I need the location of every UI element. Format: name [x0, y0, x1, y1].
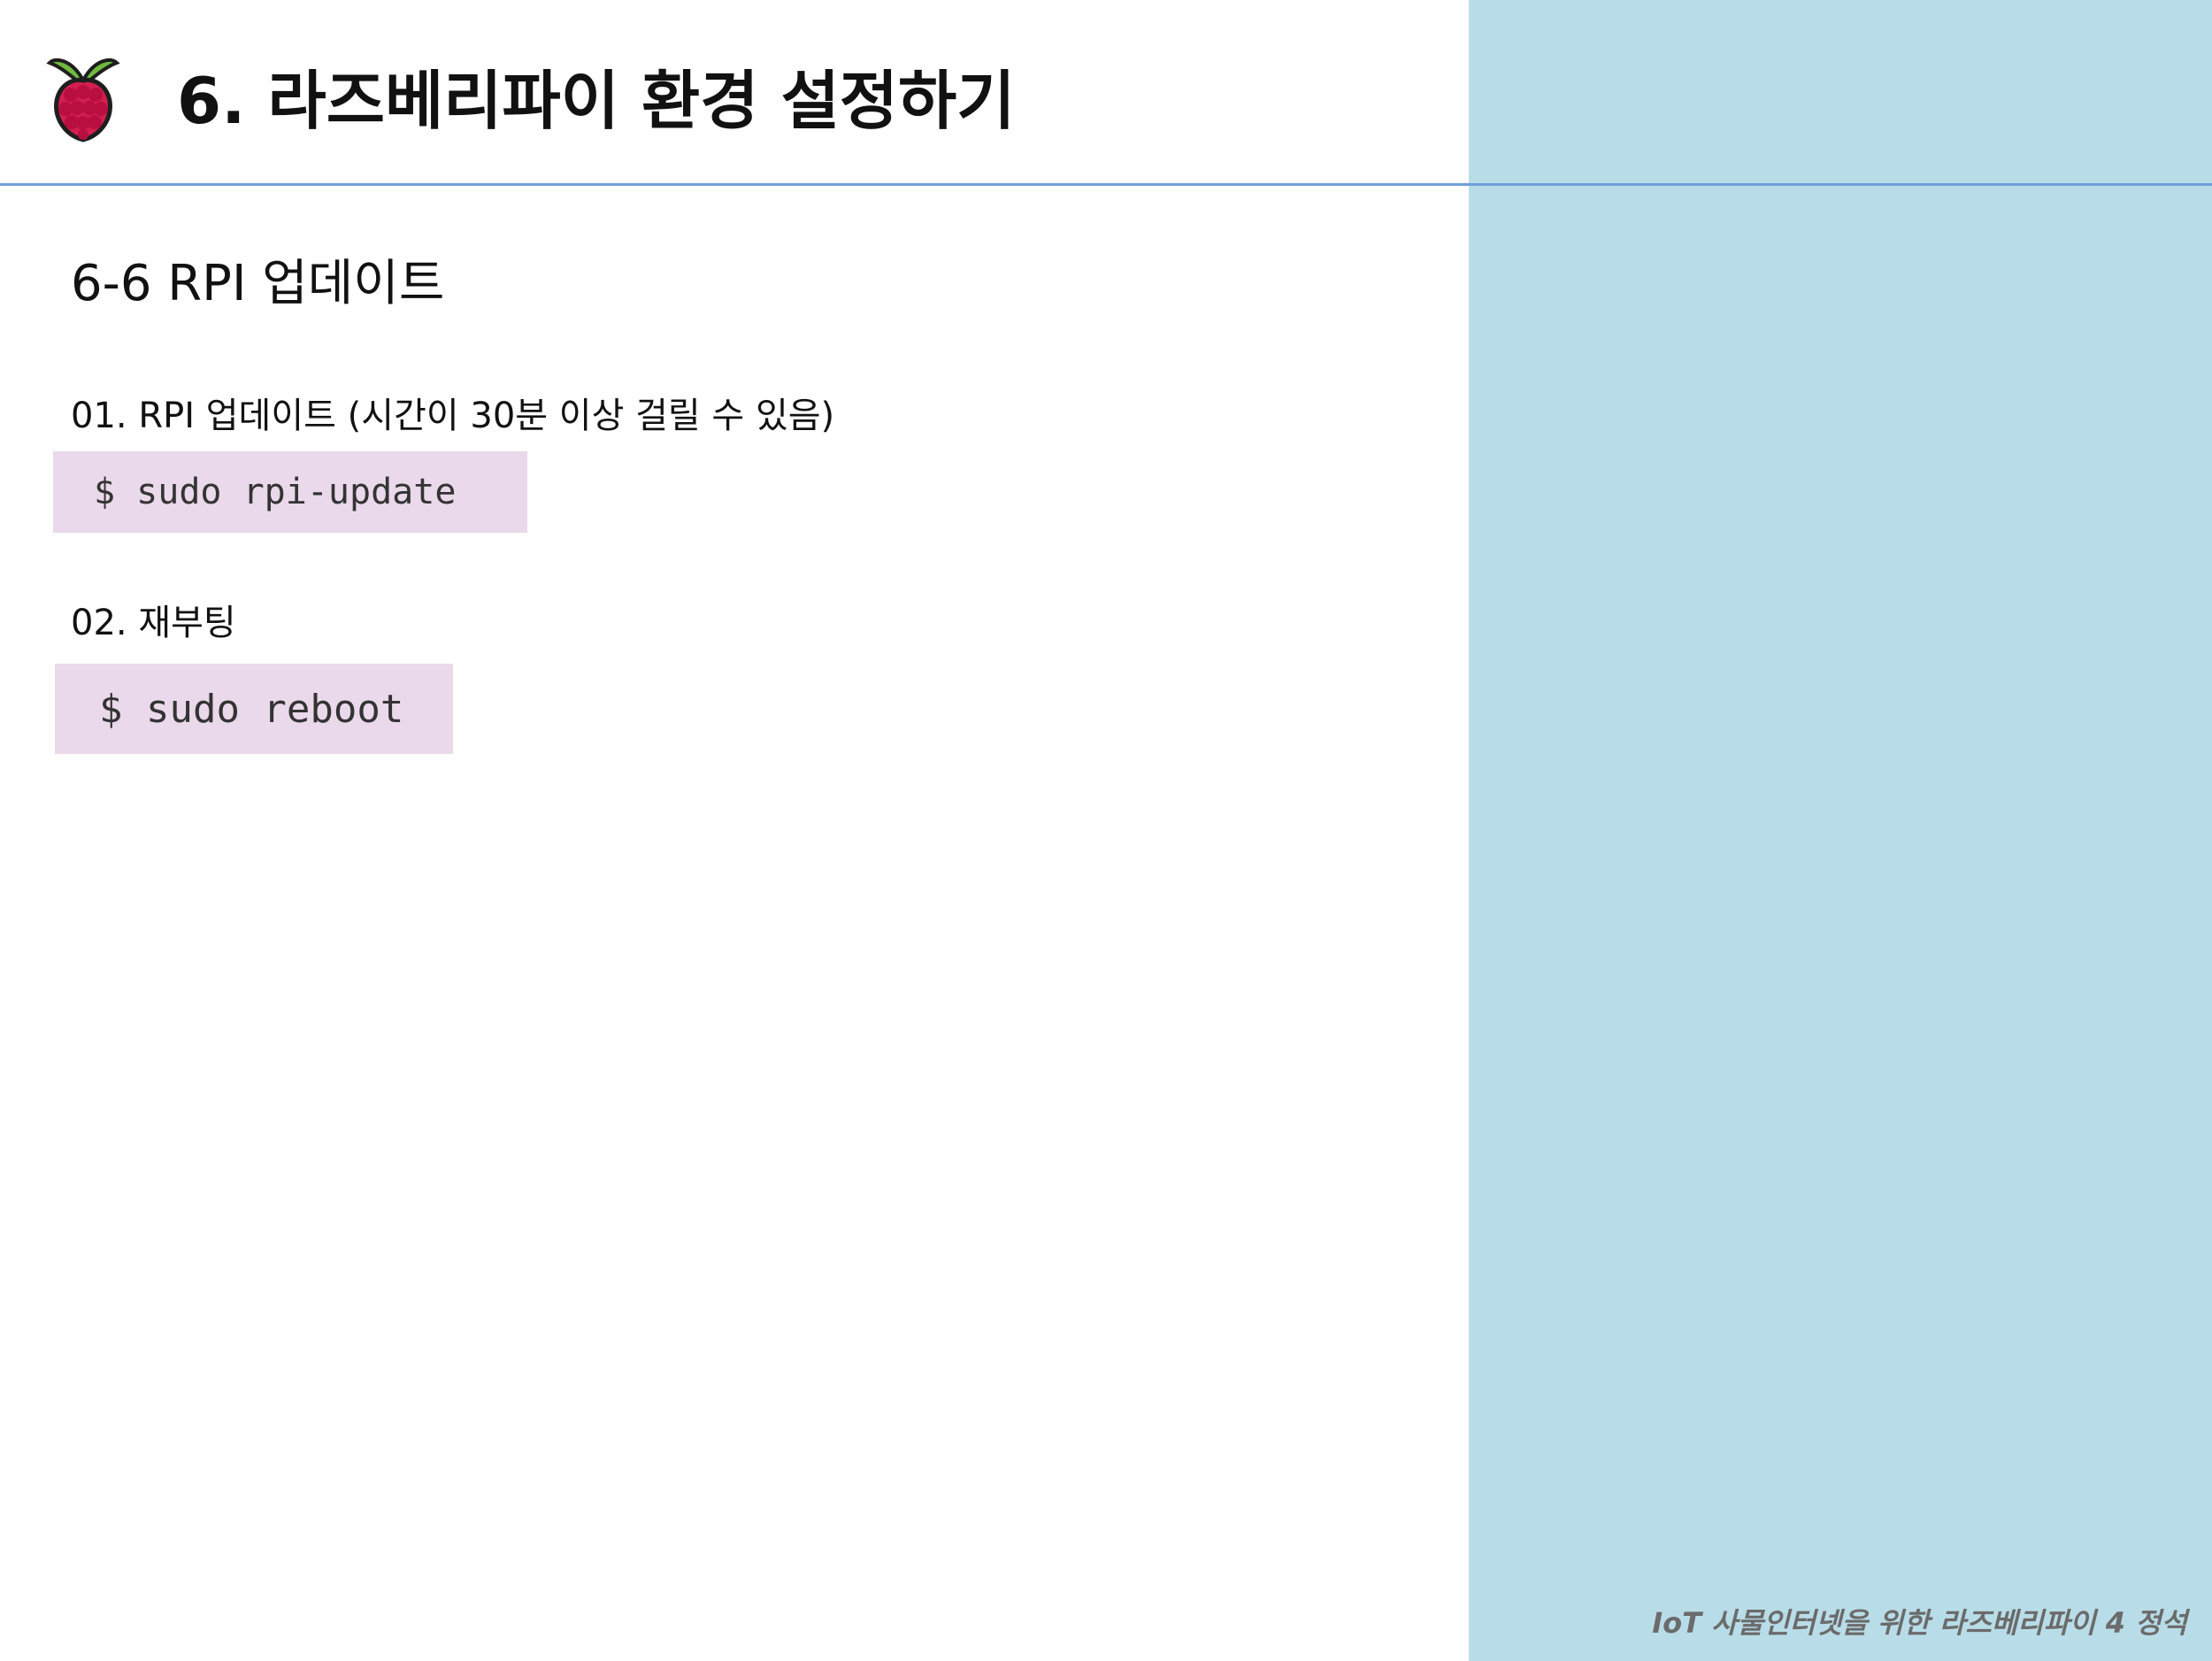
section-title: 6-6 RPI 업데이트 [71, 255, 445, 312]
rpi-update-command-box: $ sudo rpi-update [53, 451, 527, 533]
slide-page: 6. 라즈베리파이 환경 설정하기 6-6 RPI 업데이트 01. RPI 업… [0, 0, 2212, 1661]
raspberry-pi-logo-icon [44, 51, 122, 143]
step-2-label: 02. 재부팅 [71, 603, 236, 643]
right-side-panel [1469, 0, 2212, 1661]
header-divider [0, 183, 2212, 186]
book-footer: IoT 사물인터넷을 위한 라즈베리파이 4 정석 [1652, 1606, 2187, 1640]
step-1-label: 01. RPI 업데이트 (시간이 30분 이상 걸릴 수 있음) [71, 396, 835, 436]
slide-title: 6. 라즈베리파이 환경 설정하기 [177, 64, 1016, 138]
reboot-command-box: $ sudo reboot [55, 664, 453, 754]
